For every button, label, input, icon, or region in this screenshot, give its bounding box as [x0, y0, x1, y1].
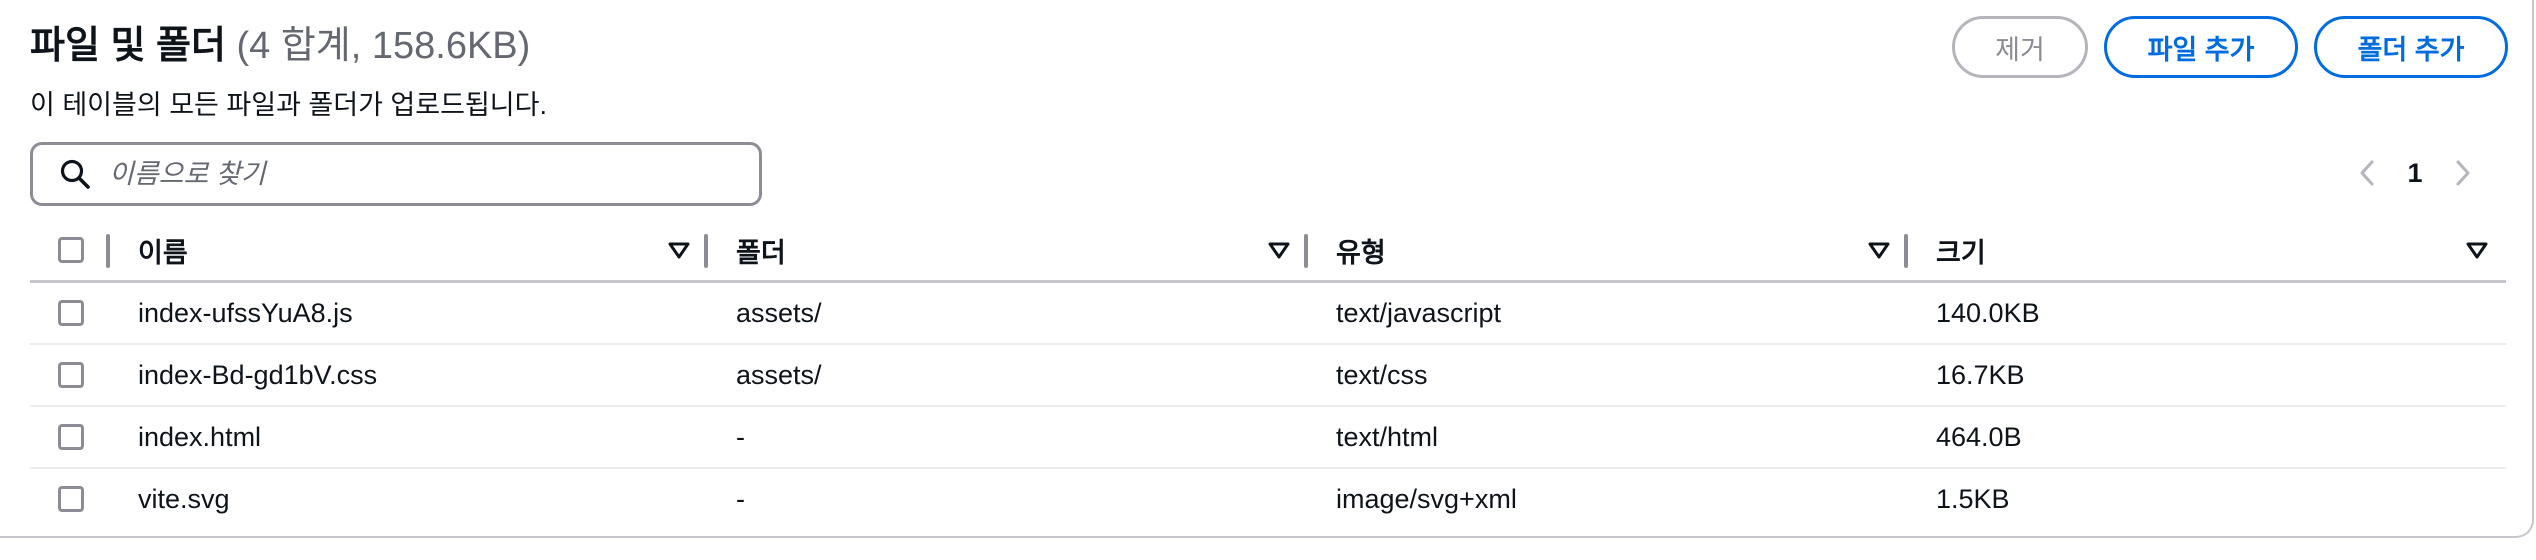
- file-count-summary: (4 합계, 158.6KB): [236, 25, 531, 67]
- cell-name: index-ufssYuA8.js: [110, 281, 708, 345]
- select-all-cell: [30, 220, 110, 283]
- current-page-number[interactable]: 1: [2384, 158, 2446, 189]
- table-row[interactable]: index-ufssYuA8.js assets/ text/javascrip…: [30, 281, 2506, 345]
- cell-name: vite.svg: [138, 483, 230, 514]
- cell-size: 464.0B: [1908, 406, 2506, 469]
- row-checkbox[interactable]: [58, 362, 84, 388]
- column-header-type[interactable]: 유형: [1308, 220, 1908, 283]
- table-header-row: 이름 폴더 유형 크기: [30, 220, 2506, 283]
- row-checkbox[interactable]: [58, 424, 84, 450]
- title-text: 파일 및 폴더: [30, 25, 226, 67]
- sort-caret-icon[interactable]: [1266, 237, 1292, 263]
- row-select-cell: [30, 406, 110, 469]
- cell-type: text/html: [1308, 406, 1908, 469]
- sort-caret-icon[interactable]: [1866, 237, 1892, 263]
- cell-type: image/svg+xml: [1336, 483, 1517, 514]
- add-folder-button[interactable]: 폴더 추가: [2314, 16, 2508, 78]
- cell-type: text/css: [1308, 344, 1908, 407]
- cell-folder: -: [736, 483, 745, 514]
- pagination: 1: [2350, 150, 2480, 196]
- row-checkbox[interactable]: [58, 486, 84, 512]
- row-select-cell: [30, 468, 110, 529]
- previous-page-button[interactable]: [2350, 150, 2384, 196]
- column-header-name[interactable]: 이름: [110, 220, 708, 283]
- cell-type: text/javascript: [1308, 281, 1908, 345]
- cell-size: 140.0KB: [1908, 281, 2506, 345]
- search-icon: [60, 159, 90, 189]
- files-table: 이름 폴더 유형 크기 index-ufssYuA8.js assets/ te…: [30, 220, 2506, 529]
- sort-caret-icon[interactable]: [2464, 237, 2490, 263]
- column-label-size: 크기: [1936, 237, 1986, 268]
- column-label-name: 이름: [138, 237, 188, 268]
- cell-name: index.html: [110, 406, 708, 469]
- cell-folder: assets/: [708, 281, 1308, 345]
- add-file-button[interactable]: 파일 추가: [2104, 16, 2298, 78]
- column-header-size[interactable]: 크기: [1908, 220, 2506, 283]
- search-field[interactable]: [30, 142, 762, 206]
- page-title: 파일 및 폴더 (4 합계, 158.6KB): [30, 18, 530, 74]
- row-select-cell: [30, 281, 110, 345]
- cell-name: index-Bd-gd1bV.css: [110, 344, 708, 407]
- row-checkbox[interactable]: [58, 300, 84, 326]
- chevron-right-icon: [2456, 160, 2470, 186]
- cell-size: 1.5KB: [1936, 483, 2010, 514]
- chevron-left-icon: [2360, 160, 2374, 186]
- next-page-button[interactable]: [2446, 150, 2480, 196]
- sort-caret-icon[interactable]: [666, 237, 692, 263]
- column-header-folder[interactable]: 폴더: [708, 220, 1308, 283]
- search-input[interactable]: [107, 157, 759, 191]
- panel-description: 이 테이블의 모든 파일과 폴더가 업로드됩니다.: [30, 90, 547, 120]
- table-row[interactable]: index-Bd-gd1bV.css assets/ text/css 16.7…: [30, 344, 2506, 407]
- column-label-folder: 폴더: [736, 237, 786, 268]
- cell-folder: -: [708, 406, 1308, 469]
- table-row[interactable]: index.html - text/html 464.0B: [30, 406, 2506, 469]
- column-label-type: 유형: [1336, 237, 1386, 268]
- remove-button[interactable]: 제거: [1952, 16, 2088, 78]
- cell-size: 16.7KB: [1908, 344, 2506, 407]
- row-select-cell: [30, 344, 110, 407]
- table-row[interactable]: vite.svg - image/svg+xml 1.5KB: [30, 468, 2506, 529]
- cell-folder: assets/: [708, 344, 1308, 407]
- select-all-checkbox[interactable]: [58, 237, 84, 263]
